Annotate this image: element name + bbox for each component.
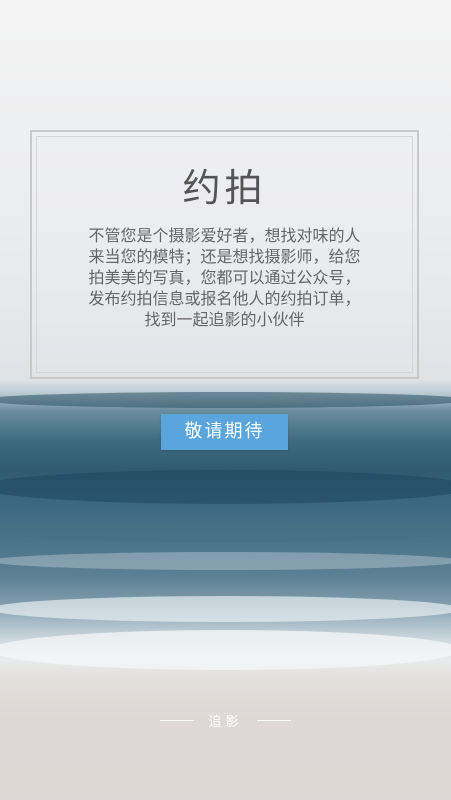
background-foam [0, 630, 451, 670]
intro-card: 约拍 不管您是个摄影爱好者，想找对味的人 来当您的模特；还是想找摄影师，给您 拍… [30, 130, 419, 379]
footer-divider-left [160, 719, 195, 721]
intro-description: 不管您是个摄影爱好者，想找对味的人 来当您的模特；还是想找摄影师，给您 拍美美的… [71, 225, 378, 330]
footer-brand-text: 追影 [208, 714, 243, 730]
app-screen: 约拍 不管您是个摄影爱好者，想找对味的人 来当您的模特；还是想找摄影师，给您 拍… [0, 0, 451, 800]
intro-card-inner-frame: 约拍 不管您是个摄影爱好者，想找对味的人 来当您的模特；还是想找摄影师，给您 拍… [36, 136, 413, 373]
page-title: 约拍 [182, 166, 267, 210]
background-foam [0, 552, 451, 570]
coming-soon-button[interactable]: 敬请期待 [161, 414, 288, 450]
description-line: 发布约拍信息或报名他人的约拍订单， [88, 289, 361, 308]
description-line: 拍美美的写真，您都可以通过公众号， [88, 268, 361, 287]
background-foam [0, 596, 451, 622]
background-wave [0, 520, 451, 542]
background-wave [0, 392, 451, 408]
background-wave [0, 470, 451, 504]
description-line: 来当您的模特；还是想找摄影师，给您 [88, 247, 361, 266]
description-line: 不管您是个摄影爱好者，想找对味的人 [88, 226, 361, 245]
description-line: 找到一起追影的小伙伴 [144, 310, 305, 329]
footer-divider-right [256, 719, 291, 721]
footer-brand: 追影 [0, 708, 451, 732]
